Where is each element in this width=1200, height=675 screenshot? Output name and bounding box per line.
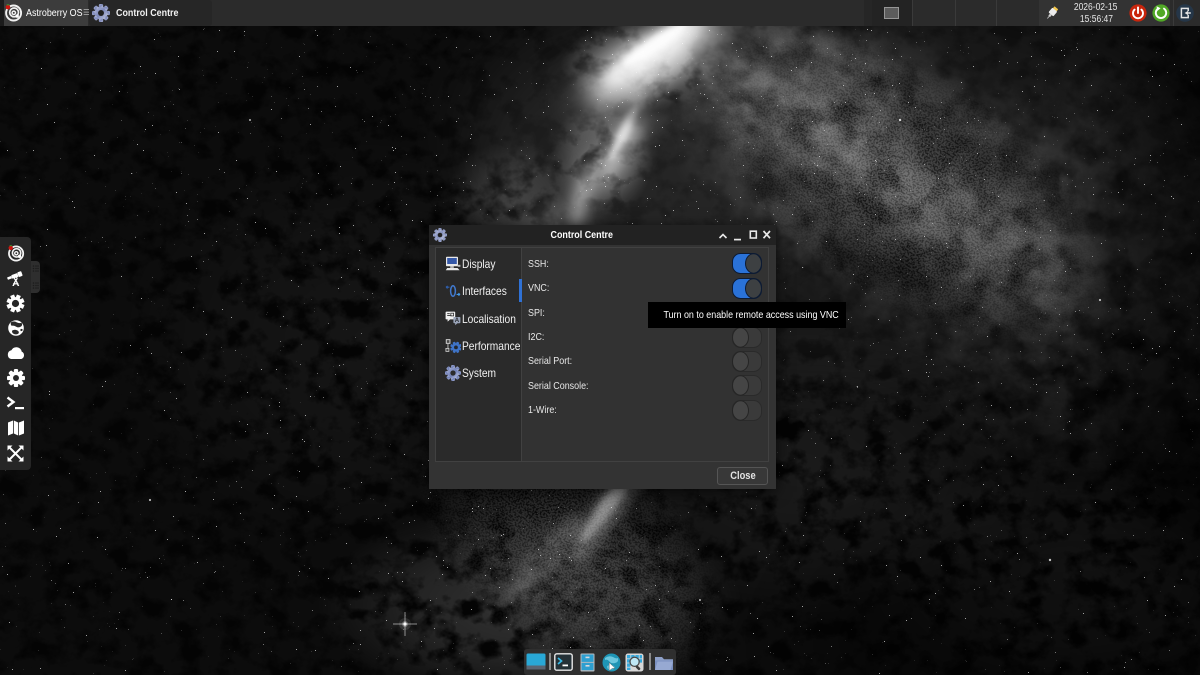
svg-text:A: A [455, 318, 460, 324]
